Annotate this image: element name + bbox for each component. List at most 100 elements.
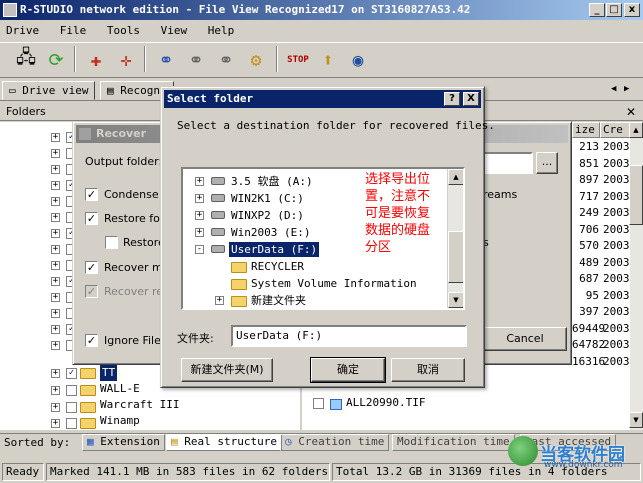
column-created[interactable]: Cre — [600, 122, 630, 138]
file-scroll-down-icon[interactable]: ▼ — [629, 412, 643, 428]
tree-expander[interactable]: + — [51, 165, 60, 174]
tree-item-walle[interactable]: WALL-E — [100, 381, 140, 397]
browse-button[interactable]: ... — [536, 152, 558, 174]
restore-folder-checkbox[interactable]: ✓ — [85, 212, 98, 225]
sort-tab-creation-time[interactable]: ◷ Creation time — [280, 434, 390, 451]
tree-expander[interactable]: + — [51, 386, 60, 395]
tree-checkbox[interactable] — [66, 402, 77, 413]
maximize-button[interactable]: □ — [606, 3, 622, 17]
menu-tools[interactable]: Tools — [107, 24, 140, 37]
up-folder-icon[interactable]: ⬆ — [314, 46, 342, 74]
file-created: 2003 — [603, 189, 630, 203]
tree-expander[interactable]: + — [51, 293, 60, 302]
column-size[interactable]: ize — [572, 122, 600, 138]
menu-view[interactable]: View — [161, 24, 188, 37]
tree-expander[interactable]: + — [51, 277, 60, 286]
scroll-down-icon[interactable]: ▼ — [448, 292, 463, 308]
expand-icon[interactable]: + — [195, 228, 204, 237]
find-icon[interactable]: ⚭ — [152, 46, 180, 74]
stop-icon[interactable]: STOP — [284, 46, 312, 74]
tree-item-tt[interactable]: TT — [100, 365, 118, 381]
tab-scroll-right-icon[interactable]: ▶ — [624, 84, 629, 94]
recover-cancel-button[interactable]: Cancel — [483, 327, 567, 351]
output-folder-input[interactable] — [483, 152, 533, 174]
scroll-up-icon[interactable]: ▲ — [448, 169, 463, 185]
expand-icon[interactable]: + — [215, 296, 224, 305]
app-icon — [3, 3, 17, 17]
tree-item-winamp[interactable]: Winamp — [100, 413, 140, 429]
menu-help[interactable]: Help — [208, 24, 235, 37]
tree-item-warcraft[interactable]: Warcraft III — [100, 397, 179, 413]
folder-picker-item[interactable]: UserData (F:) — [227, 241, 321, 258]
tree-expander[interactable]: + — [51, 419, 60, 428]
tree-expander[interactable]: + — [51, 133, 60, 142]
folder-picker-item[interactable]: WINXP2 (D:) — [229, 207, 306, 224]
recover-icon[interactable]: ✚ — [82, 46, 110, 74]
folder-path-input[interactable]: UserData (F:) — [231, 325, 467, 347]
collapse-icon[interactable]: - — [195, 245, 204, 254]
tree-expander[interactable]: + — [51, 197, 60, 206]
tab-drive-view[interactable]: ▭ Drive view — [2, 81, 96, 100]
tree-expander[interactable]: + — [51, 369, 60, 378]
file-scroll-thumb[interactable] — [629, 165, 643, 225]
tree-expander[interactable]: + — [51, 181, 60, 190]
menu-file[interactable]: File — [60, 24, 87, 37]
tree-expander[interactable]: + — [51, 149, 60, 158]
folder-picker-scrollbar[interactable]: ▲ ▼ — [447, 169, 463, 308]
dialog-close-button[interactable]: X — [463, 92, 479, 106]
refresh-icon[interactable]: ⟳ — [42, 46, 70, 74]
tree-checkbox[interactable] — [66, 385, 77, 396]
recover-marked-icon[interactable]: ✛ — [112, 46, 140, 74]
expand-icon[interactable]: + — [195, 177, 204, 186]
preview-icon[interactable]: ◉ — [344, 46, 372, 74]
recover-meta-checkbox[interactable]: ✓ — [85, 261, 98, 274]
tree-expander[interactable]: + — [51, 213, 60, 222]
folder-picker-item[interactable]: Win2003 (E:) — [229, 224, 312, 241]
ok-button[interactable]: 确定 — [310, 357, 386, 383]
tree-checkbox[interactable] — [66, 418, 77, 429]
sort-tab-extension[interactable]: ▦ Extension — [82, 434, 165, 451]
folder-icon — [231, 296, 247, 307]
tree-checkbox[interactable]: ✓ — [66, 368, 77, 379]
close-button[interactable]: x — [624, 3, 640, 17]
tree-expander[interactable]: + — [51, 325, 60, 334]
cancel-button[interactable]: 取消 — [391, 358, 465, 382]
folder-picker-item[interactable]: RECYCLER — [249, 258, 306, 275]
close-panel-icon[interactable]: ✕ — [626, 105, 636, 119]
sort-tab-modification-time[interactable]: Modification time — [392, 434, 515, 451]
folder-picker-item[interactable]: WIN2K1 (C:) — [229, 190, 306, 207]
folder-picker-tree[interactable]: +3.5 软盘 (A:) + WIN2K1 (C:) + WINXP2 (D:) + Win… — [181, 167, 465, 310]
folder-picker-item[interactable]: 新建文件夹 — [249, 292, 308, 308]
watermark-logo-icon — [508, 436, 538, 466]
tree-expander[interactable]: + — [51, 229, 60, 238]
new-folder-button[interactable]: 新建文件夹(M) — [181, 358, 273, 382]
expand-icon[interactable]: + — [195, 211, 204, 220]
file-name[interactable]: ALL20990.TIF — [346, 395, 425, 411]
status-marked: Marked 141.1 MB in 583 files in 62 folde… — [46, 463, 330, 481]
scroll-thumb[interactable] — [448, 231, 463, 283]
tab-scroll-left-icon[interactable]: ◀ — [611, 84, 616, 94]
minimize-button[interactable]: _ — [589, 3, 605, 17]
tree-expander[interactable]: + — [51, 309, 60, 318]
help-button[interactable]: ? — [444, 92, 460, 106]
condense-checkbox[interactable]: ✓ — [85, 188, 98, 201]
tree-expander[interactable]: + — [51, 261, 60, 270]
menu-drive[interactable]: Drive — [6, 24, 39, 37]
recover-real-checkbox[interactable]: ✓ — [85, 285, 98, 298]
expand-icon[interactable]: + — [195, 194, 204, 203]
folder-picker-item[interactable]: System Volume Information — [249, 275, 419, 292]
tree-expander[interactable]: + — [51, 245, 60, 254]
mask-icon[interactable]: ⚙ — [242, 46, 270, 74]
file-size: 249 — [579, 206, 599, 219]
tree-expander[interactable]: + — [51, 403, 60, 412]
restore-checkbox[interactable] — [105, 236, 118, 249]
drives-icon[interactable]: 🖧 — [12, 46, 40, 74]
find-next-icon[interactable]: ⚭ — [182, 46, 210, 74]
ignore-file-mask-checkbox[interactable]: ✓ — [85, 334, 98, 347]
folder-picker-item[interactable]: 3.5 软盘 (A:) — [229, 173, 315, 190]
find-mark-icon[interactable]: ⚭ — [212, 46, 240, 74]
sort-tab-real-structure[interactable]: ▤ Real structure — [166, 434, 282, 451]
file-checkbox[interactable] — [313, 398, 324, 409]
tree-expander[interactable]: + — [51, 341, 60, 350]
file-scroll-up-icon[interactable]: ▲ — [629, 122, 643, 138]
